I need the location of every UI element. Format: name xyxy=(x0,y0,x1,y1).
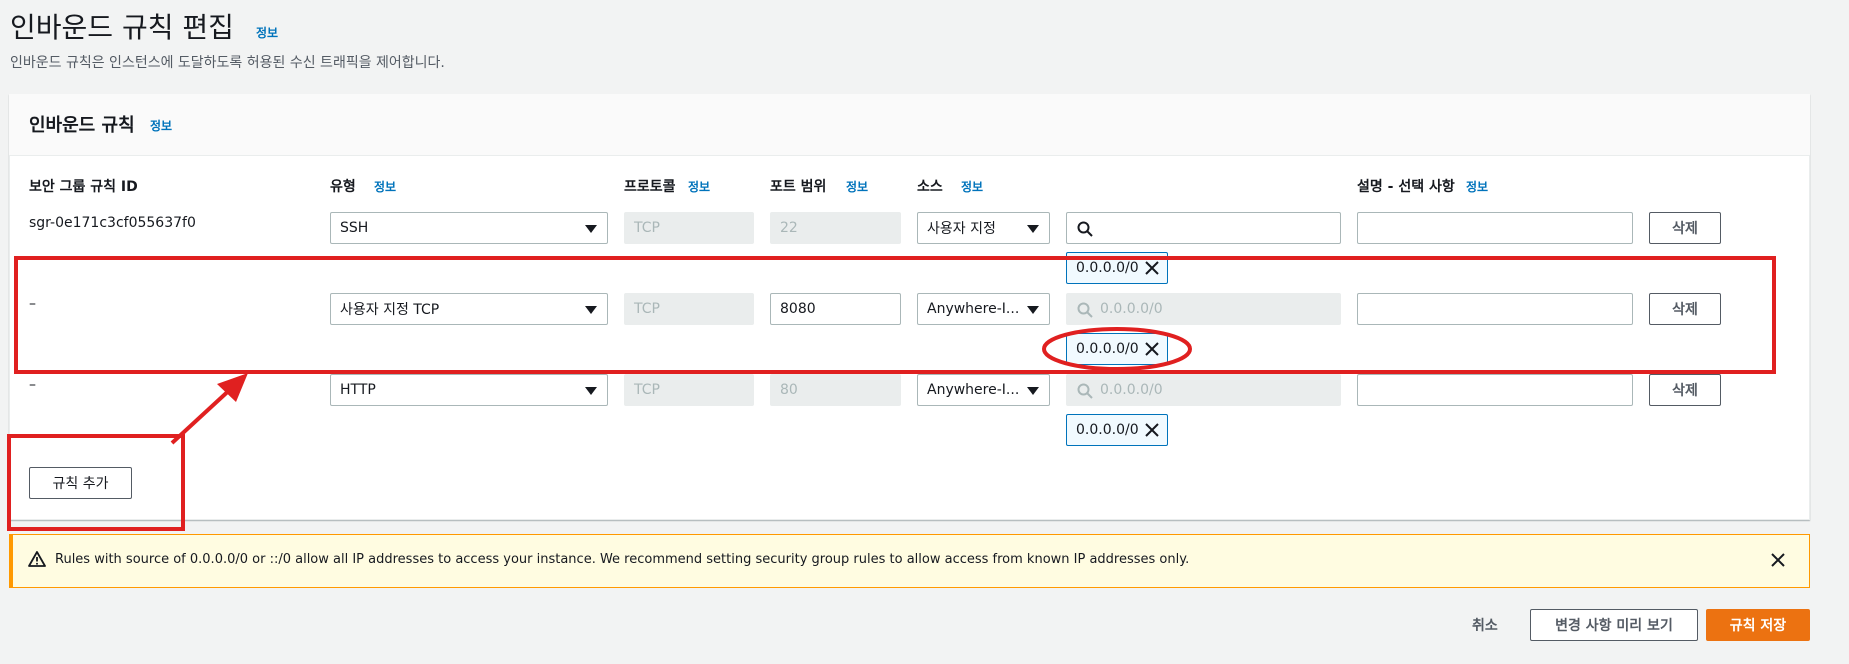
protocol-field: TCP xyxy=(624,374,754,406)
rule-id: sgr-0e171c3cf055637f0 xyxy=(29,215,196,231)
search-placeholder: 0.0.0.0/0 xyxy=(1100,382,1163,398)
source-select[interactable]: Anywhere-I... xyxy=(917,374,1050,406)
source-select-value: Anywhere-I... xyxy=(927,301,1020,317)
cancel-button[interactable]: 취소 xyxy=(1472,615,1498,635)
delete-button[interactable]: 삭제 xyxy=(1649,212,1721,244)
delete-button[interactable]: 삭제 xyxy=(1649,374,1721,406)
panel-header xyxy=(9,94,1810,156)
column-header-rule-id: 보안 그룹 규칙 ID xyxy=(29,179,138,195)
search-icon xyxy=(1077,302,1093,318)
type-select[interactable]: SSH xyxy=(330,212,608,244)
caret-down-icon xyxy=(1027,306,1039,314)
close-icon[interactable] xyxy=(1145,342,1159,356)
panel-title-info-link[interactable]: 정보 xyxy=(150,117,172,134)
port-range-input: 80 xyxy=(770,374,901,406)
source-token: 0.0.0.0/0 xyxy=(1066,333,1168,365)
caret-down-icon xyxy=(585,306,597,314)
column-header-port-range: 포트 범위 xyxy=(770,179,827,195)
source-token: 0.0.0.0/0 xyxy=(1066,414,1168,446)
search-icon xyxy=(1077,221,1093,237)
type-select-value: SSH xyxy=(340,220,369,236)
warning-icon xyxy=(28,551,46,567)
source-search-input: 0.0.0.0/0 xyxy=(1066,374,1341,406)
port-range-input: 22 xyxy=(770,212,901,244)
protocol-field: TCP xyxy=(624,293,754,325)
rule-id: – xyxy=(29,377,36,393)
add-rule-button[interactable]: 규칙 추가 xyxy=(29,467,132,499)
rule-id: – xyxy=(29,296,36,312)
page-title: 인바운드 규칙 편집 xyxy=(10,11,234,44)
caret-down-icon xyxy=(1027,387,1039,395)
column-header-description: 설명 - 선택 사항 xyxy=(1357,179,1455,195)
type-select[interactable]: 사용자 지정 TCP xyxy=(330,293,608,325)
source-select[interactable]: Anywhere-I... xyxy=(917,293,1050,325)
source-search-input: 0.0.0.0/0 xyxy=(1066,293,1341,325)
caret-down-icon xyxy=(585,225,597,233)
source-token: 0.0.0.0/0 xyxy=(1066,252,1168,284)
search-icon xyxy=(1077,383,1093,399)
column-header-source: 소스 xyxy=(917,179,943,195)
protocol-field: TCP xyxy=(624,212,754,244)
type-info-link[interactable]: 정보 xyxy=(374,178,396,195)
protocol-info-link[interactable]: 정보 xyxy=(688,178,710,195)
type-select[interactable]: HTTP xyxy=(330,374,608,406)
port-range-input[interactable]: 8080 xyxy=(770,293,901,325)
description-input[interactable] xyxy=(1357,212,1633,244)
source-search-input[interactable] xyxy=(1066,212,1341,244)
close-icon[interactable] xyxy=(1145,423,1159,437)
page-description: 인바운드 규칙은 인스턴스에 도달하도록 허용된 수신 트래픽을 제어합니다. xyxy=(10,55,445,71)
token-label: 0.0.0.0/0 xyxy=(1076,341,1139,357)
source-select-value: 사용자 지정 xyxy=(927,221,996,237)
source-select-value: Anywhere-I... xyxy=(927,382,1020,398)
search-placeholder: 0.0.0.0/0 xyxy=(1100,301,1163,317)
caret-down-icon xyxy=(1027,225,1039,233)
description-info-link[interactable]: 정보 xyxy=(1466,178,1488,195)
token-label: 0.0.0.0/0 xyxy=(1076,260,1139,276)
caret-down-icon xyxy=(585,387,597,395)
warning-text: Rules with source of 0.0.0.0/0 or ::/0 a… xyxy=(55,552,1190,567)
preview-changes-button[interactable]: 변경 사항 미리 보기 xyxy=(1530,609,1698,641)
port-range-info-link[interactable]: 정보 xyxy=(846,178,868,195)
close-icon[interactable] xyxy=(1771,553,1785,567)
source-info-link[interactable]: 정보 xyxy=(961,178,983,195)
source-select[interactable]: 사용자 지정 xyxy=(917,212,1050,244)
token-label: 0.0.0.0/0 xyxy=(1076,422,1139,438)
delete-button[interactable]: 삭제 xyxy=(1649,293,1721,325)
type-select-value: HTTP xyxy=(340,382,376,398)
save-rules-button[interactable]: 규칙 저장 xyxy=(1706,609,1810,641)
description-input[interactable] xyxy=(1357,374,1633,406)
description-input[interactable] xyxy=(1357,293,1633,325)
column-header-protocol: 프로토콜 xyxy=(624,179,676,195)
panel-title: 인바운드 규칙 xyxy=(29,115,135,136)
type-select-value: 사용자 지정 TCP xyxy=(340,302,440,318)
column-header-type: 유형 xyxy=(330,179,356,195)
page-title-info-link[interactable]: 정보 xyxy=(256,24,278,41)
close-icon[interactable] xyxy=(1145,261,1159,275)
